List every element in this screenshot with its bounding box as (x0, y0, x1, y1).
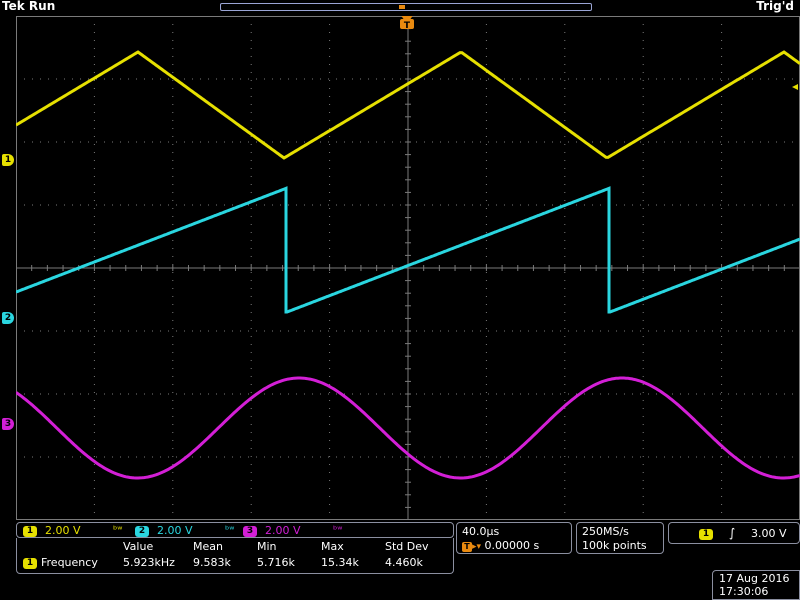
measurement-name: Frequency (41, 556, 98, 569)
measurement-mean: 9.583k (193, 556, 231, 569)
measurement-max: 15.34k (321, 556, 359, 569)
measurement-channel-badge: 1 (23, 558, 37, 569)
trigger-delay-value: 0.00000 s (484, 539, 540, 552)
channel-3-badge: 3 (243, 526, 257, 537)
channel-1-scale-value: 2.00 V (45, 524, 81, 537)
graticule (16, 16, 800, 520)
channel-scale-panel: 1 2.00 V ᵇʷ 2 2.00 V ᵇʷ 3 2.00 V ᵇʷ (16, 522, 454, 538)
channel-3-scale-value: 2.00 V (265, 524, 301, 537)
brand-logo: Tek (2, 0, 25, 13)
channel-1-badge: 1 (23, 526, 37, 537)
acquisition-panel[interactable]: 250MS/s 100k points (576, 522, 664, 554)
acquisition-state: Run (28, 0, 56, 13)
record-length: 100k points (582, 539, 647, 552)
oscilloscope-screen: Tek Run Trig'd T 1 2 3 1 2.00 V ᵇʷ 2 2.00 … (0, 0, 800, 600)
channel-2-badge: 2 (135, 526, 149, 537)
channel-2-scale[interactable]: 2 2.00 V (135, 523, 193, 538)
sample-rate: 250MS/s (582, 525, 629, 538)
trigger-position-marker[interactable]: T (400, 16, 414, 31)
time: 17:30:06 (719, 585, 769, 598)
trigger-delay: T ▸▾ 0.00000 s (462, 539, 539, 554)
status-bar: Tek Run Trig'd (0, 0, 800, 16)
bandwidth-limit-icon: ᵇʷ (113, 525, 123, 536)
bandwidth-limit-icon: ᵇʷ (225, 525, 235, 536)
trigger-source: 1 (699, 527, 721, 540)
measurement-header-value: Value (123, 540, 154, 553)
date-time-panel: 17 Aug 2016 17:30:06 (712, 570, 800, 600)
measurement-panel[interactable]: Value Mean Min Max Std Dev 1 Frequency 5.… (16, 538, 454, 574)
measurement-source: 1 Frequency (23, 556, 98, 569)
rising-edge-icon: ∫ (729, 526, 736, 540)
waveform-display[interactable]: T (16, 16, 800, 520)
channel-3-scale[interactable]: 3 2.00 V (243, 523, 301, 538)
measurement-header-min: Min (257, 540, 277, 553)
timebase-panel[interactable]: 40.0µs T ▸▾ 0.00000 s (456, 522, 572, 554)
date: 17 Aug 2016 (719, 572, 790, 585)
trigger-source-badge: 1 (699, 529, 713, 540)
channel-2-scale-value: 2.00 V (157, 524, 193, 537)
time-per-division: 40.0µs (462, 525, 500, 538)
trigger-panel[interactable]: 1 ∫ 3.00 V (668, 522, 800, 544)
delay-arrow-icon: ▸▾ (472, 542, 482, 552)
trigger-level-arrow[interactable] (792, 84, 798, 90)
trigger-marker-label: T (404, 21, 411, 31)
brand-status: Tek Run (2, 0, 55, 13)
measurement-header-max: Max (321, 540, 344, 553)
channel-2-ground-marker[interactable]: 2 (2, 312, 14, 324)
measurement-min: 5.716k (257, 556, 295, 569)
measurement-header-mean: Mean (193, 540, 223, 553)
bandwidth-limit-icon: ᵇʷ (333, 525, 343, 536)
record-view-bar[interactable] (220, 3, 592, 11)
trigger-status: Trig'd (756, 0, 794, 13)
delay-trigger-icon: T (462, 542, 472, 552)
measurement-header-stddev: Std Dev (385, 540, 429, 553)
trigger-level: 3.00 V (751, 527, 787, 540)
channel-3-ground-marker[interactable]: 3 (2, 418, 14, 430)
channel-1-scale[interactable]: 1 2.00 V (23, 523, 81, 538)
measurement-stddev: 4.460k (385, 556, 423, 569)
record-window-marker (399, 5, 405, 9)
measurement-value: 5.923kHz (123, 556, 175, 569)
channel-1-ground-marker[interactable]: 1 (2, 154, 14, 166)
